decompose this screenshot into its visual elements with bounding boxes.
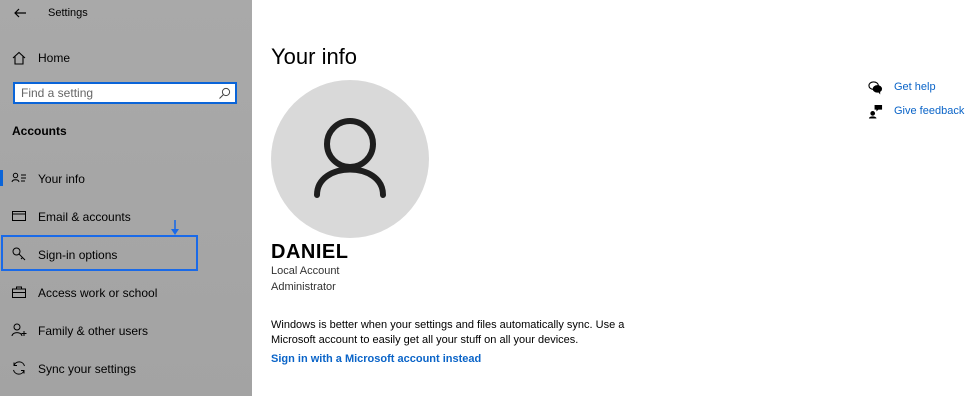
sidebar-item-label: Home xyxy=(38,51,71,65)
sidebar-item-label: Your info xyxy=(38,172,85,186)
sidebar-item-family-users[interactable]: Family & other users xyxy=(0,312,252,348)
sidebar-item-label: Family & other users xyxy=(38,324,149,338)
sidebar-item-sync-settings[interactable]: Sync your settings xyxy=(0,350,252,386)
sync-icon xyxy=(13,361,25,375)
search-icon[interactable] xyxy=(218,87,231,100)
sidebar-item-email-accounts[interactable]: Email & accounts xyxy=(0,198,252,234)
feedback-icon xyxy=(868,104,883,119)
account-type: Local Account xyxy=(271,265,340,277)
avatar xyxy=(271,80,429,238)
mail-icon xyxy=(12,211,26,221)
sync-description: Windows is better when your settings and… xyxy=(271,319,625,346)
sidebar: Settings Home Accounts Your info Email &… xyxy=(0,0,252,396)
chat-help-icon xyxy=(868,81,883,95)
give-feedback-label[interactable]: Give feedback xyxy=(894,105,964,117)
person-add-icon xyxy=(11,323,27,337)
back-arrow-icon xyxy=(14,8,26,18)
sign-in-microsoft-link[interactable]: Sign in with a Microsoft account instead xyxy=(271,353,481,365)
user-name: DANIEL xyxy=(271,241,349,263)
sidebar-item-home[interactable]: Home xyxy=(0,46,252,70)
sidebar-item-access-work[interactable]: Access work or school xyxy=(0,274,252,310)
get-help-label[interactable]: Get help xyxy=(894,81,936,93)
sidebar-item-label: Email & accounts xyxy=(38,210,131,224)
active-indicator xyxy=(0,170,3,186)
main-content: Your info DANIEL Local Account Administr… xyxy=(252,0,972,396)
back-button[interactable] xyxy=(12,5,28,21)
account-role: Administrator xyxy=(271,281,336,293)
section-title: Accounts xyxy=(12,124,67,138)
user-icon xyxy=(314,118,386,198)
sidebar-item-your-info[interactable]: Your info xyxy=(0,160,252,196)
sidebar-item-label: Sync your settings xyxy=(38,362,137,376)
title-bar: Settings xyxy=(0,0,252,28)
pointer-arrow-icon xyxy=(171,220,179,235)
app-title: Settings xyxy=(48,7,88,19)
briefcase-icon xyxy=(12,286,26,298)
highlight-box xyxy=(1,235,198,271)
page-title: Your info xyxy=(271,44,358,69)
search-box[interactable] xyxy=(13,82,237,104)
home-icon xyxy=(12,51,26,65)
search-input[interactable] xyxy=(21,85,211,101)
person-card-icon xyxy=(11,172,26,183)
sidebar-item-label: Access work or school xyxy=(38,286,158,300)
